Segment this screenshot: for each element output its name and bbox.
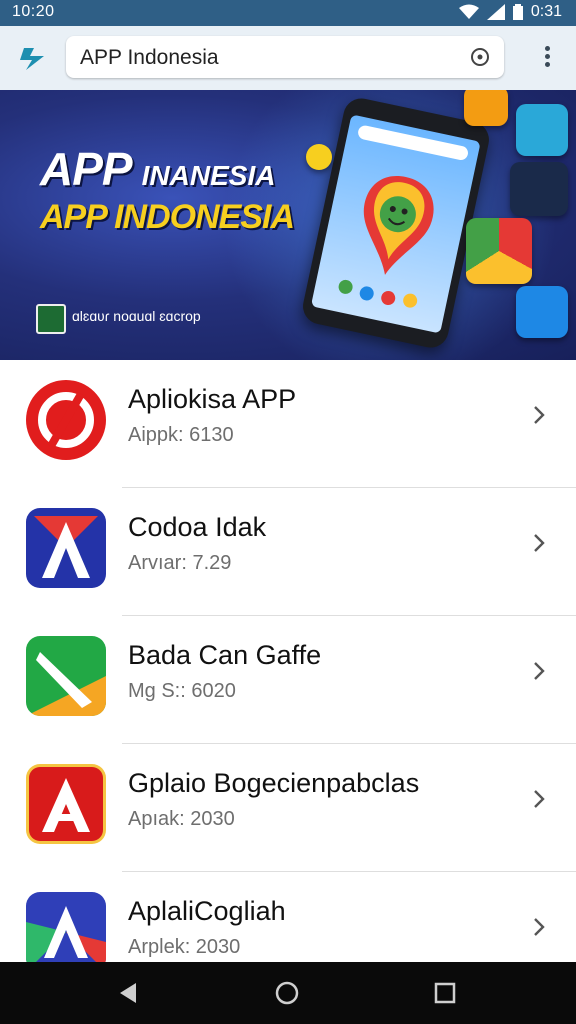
more-vert-icon[interactable] xyxy=(542,43,552,73)
red-a-logo-icon xyxy=(26,764,106,844)
app-subtitle: Arvıar: 7.29 xyxy=(128,552,232,574)
app-tile-icon xyxy=(516,286,568,338)
list-item[interactable]: Apliokisa APP Aippk: 6130 xyxy=(0,360,576,488)
badge-icon xyxy=(36,304,66,334)
chevron-right-icon[interactable] xyxy=(532,660,546,682)
blue-red-a-logo-icon xyxy=(26,508,106,588)
list-item[interactable]: Gplaio Bogecienpabclas Apıak: 2030 xyxy=(0,744,576,872)
list-item[interactable]: Bada Can Gaffe Mg S:: 6020 xyxy=(0,616,576,744)
app-tile-icon xyxy=(464,90,508,126)
search-input[interactable] xyxy=(78,36,462,80)
clear-icon[interactable] xyxy=(470,47,490,67)
app-title: AplaliCogliah xyxy=(128,896,286,926)
recents-icon[interactable] xyxy=(432,980,458,1006)
banner-subtitle: APP INDONESIA xyxy=(40,198,295,236)
app-bar xyxy=(0,26,576,91)
app-list: Apliokisa APP Aippk: 6130 Codoa Idak Arv… xyxy=(0,360,576,962)
wifi-icon xyxy=(458,4,479,19)
app-tile-icon xyxy=(510,162,568,216)
status-battery-time: 0:31 xyxy=(530,3,562,20)
app-title: Bada Can Gaffe xyxy=(128,640,322,670)
app-title: Gplaio Bogecienpabclas xyxy=(128,768,420,798)
red-circle-logo-icon xyxy=(26,380,106,460)
home-icon[interactable] xyxy=(274,980,300,1006)
status-icons: 0:31 xyxy=(458,3,562,21)
app-tile-icon xyxy=(516,104,568,156)
navigation-bar xyxy=(0,962,576,1024)
chevron-right-icon[interactable] xyxy=(532,788,546,810)
battery-icon xyxy=(512,4,523,20)
status-bar: 10:20 0:31 xyxy=(0,0,576,26)
green-orange-logo-icon xyxy=(26,636,106,716)
banner-caption: ɑlɛɑʋɾ noɑuɑl ɛɑcrop xyxy=(72,308,201,324)
app-title: Codoa Idak xyxy=(128,512,267,542)
chevron-right-icon[interactable] xyxy=(532,404,546,426)
list-item[interactable]: Codoa Idak Arvıar: 7.29 xyxy=(0,488,576,616)
chevron-right-icon[interactable] xyxy=(532,916,546,938)
badge-icon xyxy=(306,144,332,170)
status-time: 10:20 xyxy=(12,3,55,20)
app-title: Apliokisa APP xyxy=(128,384,297,414)
app-subtitle: Arplek: 2030 xyxy=(128,936,241,958)
app-logo-icon[interactable] xyxy=(20,44,50,72)
app-subtitle: Aippk: 6130 xyxy=(128,424,234,446)
banner-title: APP INANESIA xyxy=(40,143,276,195)
app-subtitle: Apıak: 2030 xyxy=(128,808,235,830)
app-subtitle: Mg S:: 6020 xyxy=(128,680,236,702)
list-item[interactable]: AplaliCogliah Arplek: 2030 xyxy=(0,872,576,962)
search-box[interactable] xyxy=(66,36,504,80)
blue-green-a-logo-icon xyxy=(26,892,106,962)
chrome-like-icon xyxy=(466,218,532,284)
back-icon[interactable] xyxy=(116,980,142,1006)
chevron-right-icon[interactable] xyxy=(532,532,546,554)
signal-icon xyxy=(486,4,505,20)
promo-banner[interactable]: APP INANESIA APP INDONESIA ɑlɛɑʋɾ noɑuɑl… xyxy=(0,90,576,360)
